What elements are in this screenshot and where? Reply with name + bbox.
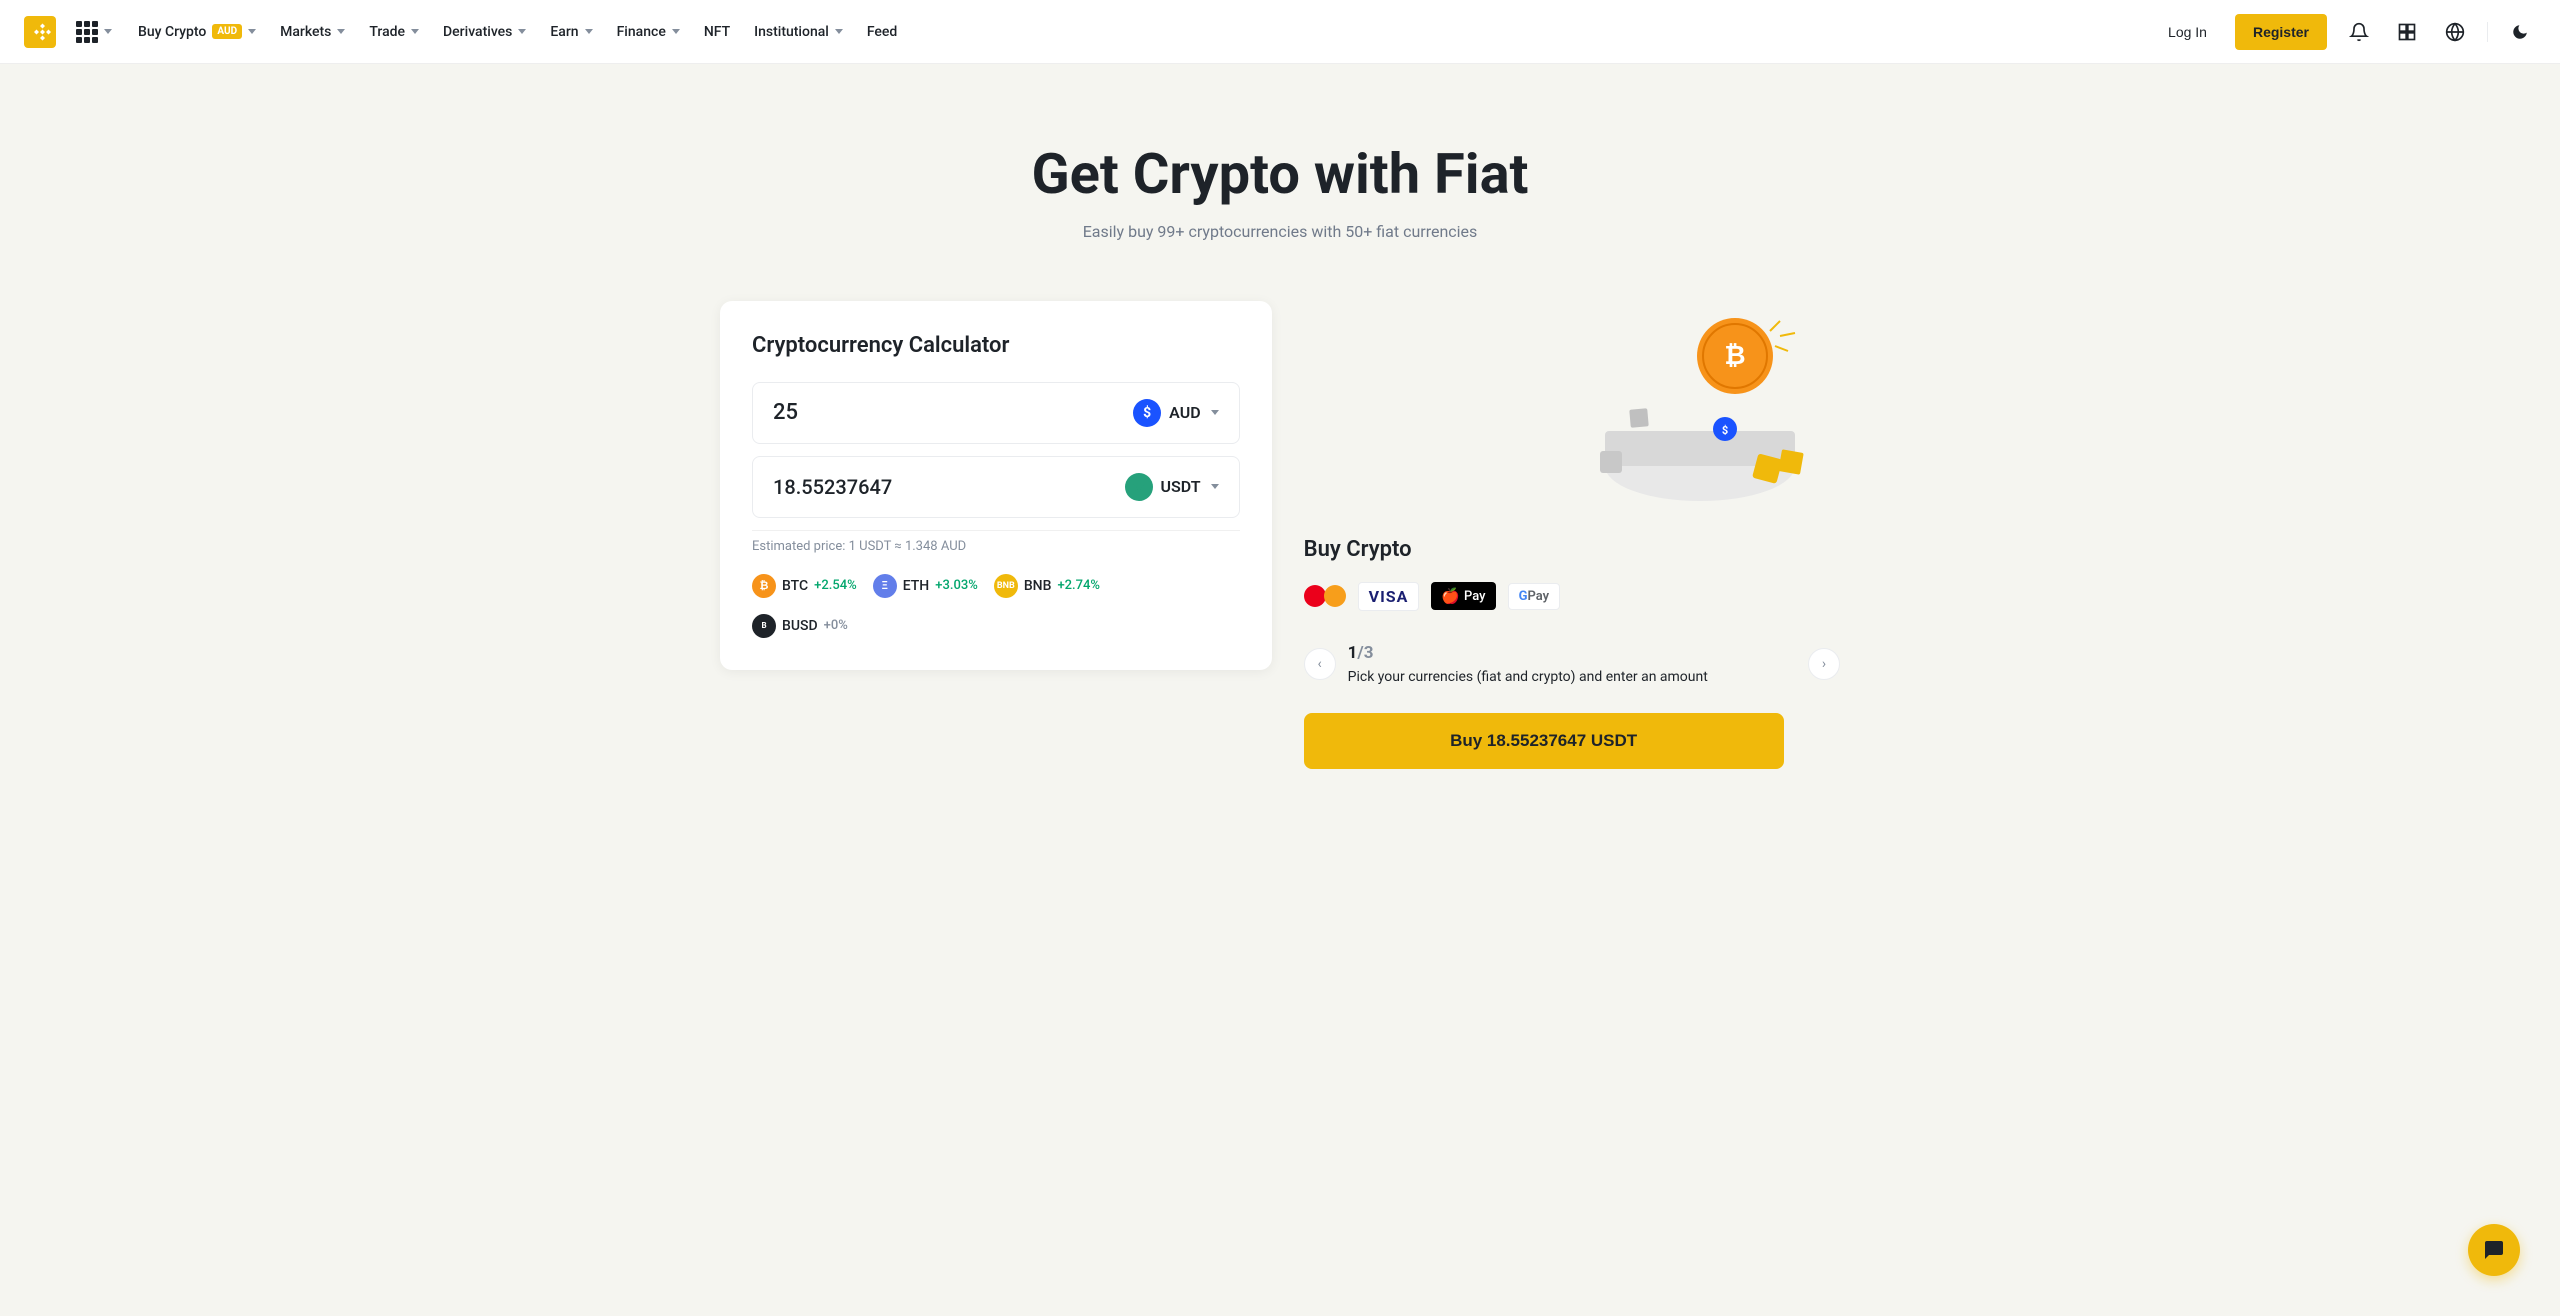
binance-logo-icon <box>24 16 56 48</box>
nav-earn[interactable]: Earn <box>540 16 602 48</box>
fiat-input-row: $ AUD <box>752 382 1240 444</box>
bnb-change: +2.74% <box>1057 578 1100 593</box>
crypto-output-row: 18.55237647 USDT <box>752 456 1240 518</box>
fiat-currency-label: AUD <box>1169 403 1200 422</box>
app-grid-button[interactable] <box>76 21 112 43</box>
aud-icon: $ <box>1133 399 1161 427</box>
hero-subtitle: Easily buy 99+ cryptocurrencies with 50+… <box>24 222 2536 241</box>
fiat-currency-chevron <box>1211 410 1219 415</box>
btc-change: +2.54% <box>814 578 857 593</box>
estimated-price: Estimated price: 1 USDT ≈ 1.348 AUD <box>752 530 1240 554</box>
grid-dots-icon <box>76 21 98 43</box>
hero-section: Get Crypto with Fiat Easily buy 99+ cryp… <box>0 64 2560 301</box>
download-button[interactable] <box>2391 16 2423 48</box>
bnb-name: BNB <box>1024 578 1052 594</box>
busd-chip[interactable]: B BUSD +0% <box>752 614 1240 638</box>
busd-change: +0% <box>824 618 848 633</box>
nav-finance[interactable]: Finance <box>607 16 690 48</box>
nav-items: Buy Crypto AUD Markets Trade Derivatives… <box>128 16 2156 48</box>
visa-badge: VISA <box>1358 582 1420 611</box>
nav-institutional[interactable]: Institutional <box>744 16 853 48</box>
googlepay-badge: GPay <box>1508 583 1561 610</box>
buy-button[interactable]: Buy 18.55237647 USDT <box>1304 713 1784 769</box>
calculator-title: Cryptocurrency Calculator <box>752 333 1240 358</box>
eth-name: ETH <box>903 578 930 594</box>
svg-text:₿: ₿ <box>1724 341 1745 371</box>
nav-derivatives[interactable]: Derivatives <box>433 16 536 48</box>
nav-feed[interactable]: Feed <box>857 16 907 48</box>
theme-toggle[interactable] <box>2504 16 2536 48</box>
busd-icon: B <box>752 614 776 638</box>
buy-crypto-title: Buy Crypto <box>1304 537 1840 562</box>
svg-text:$: $ <box>1722 424 1728 437</box>
brand-logo[interactable] <box>24 16 56 48</box>
earn-chevron <box>585 29 593 34</box>
eth-change: +3.03% <box>935 578 978 593</box>
derivatives-chevron <box>518 29 526 34</box>
eth-icon: Ξ <box>873 574 897 598</box>
carousel-prev[interactable]: ‹ <box>1304 648 1336 680</box>
btc-name: BTC <box>782 578 808 594</box>
btc-icon: ₿ <box>752 574 776 598</box>
nav-buy-crypto[interactable]: Buy Crypto AUD <box>128 16 266 48</box>
crypto-currency-chevron <box>1211 484 1219 489</box>
carousel-counter: 1/3 <box>1348 643 1796 663</box>
download-icon <box>2397 22 2417 42</box>
nav-nft[interactable]: NFT <box>694 16 740 48</box>
moon-icon <box>2511 23 2529 41</box>
bnb-icon: BNB <box>994 574 1018 598</box>
crypto-illustration-svg: $ ₿ <box>1540 301 1820 521</box>
main-content: Cryptocurrency Calculator $ AUD 18.55237… <box>680 301 1880 829</box>
nav-trade[interactable]: Trade <box>359 16 429 48</box>
nav-divider <box>2487 22 2488 42</box>
buy-crypto-chevron <box>248 29 256 34</box>
language-button[interactable] <box>2439 16 2471 48</box>
register-button[interactable]: Register <box>2235 14 2327 50</box>
trade-chevron <box>411 29 419 34</box>
crypto-currency-label: USDT <box>1161 477 1201 496</box>
mastercard-icon <box>1304 582 1346 610</box>
crypto-amount-value: 18.55237647 <box>773 475 1125 499</box>
aud-badge: AUD <box>212 24 242 39</box>
crypto-chips: ₿ BTC +2.54% Ξ ETH +3.03% BNB BNB +2.74%… <box>752 574 1240 638</box>
crypto-currency-selector[interactable]: USDT <box>1125 473 1219 501</box>
busd-name: BUSD <box>782 618 818 634</box>
usdt-icon <box>1125 473 1153 501</box>
navbar: Buy Crypto AUD Markets Trade Derivatives… <box>0 0 2560 64</box>
fiat-amount-input[interactable] <box>773 400 1133 425</box>
crypto-illustration: $ ₿ <box>1304 301 1840 521</box>
login-button[interactable]: Log In <box>2156 16 2219 48</box>
btc-chip[interactable]: ₿ BTC +2.54% <box>752 574 857 598</box>
carousel-description: Pick your currencies (fiat and crypto) a… <box>1348 669 1796 685</box>
hero-title: Get Crypto with Fiat <box>24 144 2536 206</box>
carousel-content: 1/3 Pick your currencies (fiat and crypt… <box>1348 643 1796 685</box>
right-section: $ ₿ Buy Crypto <box>1304 301 1840 769</box>
carousel-next[interactable]: › <box>1808 648 1840 680</box>
payment-methods: VISA 🍎Pay GPay <box>1304 582 1840 611</box>
nav-markets[interactable]: Markets <box>270 16 355 48</box>
bnb-chip[interactable]: BNB BNB +2.74% <box>994 574 1100 598</box>
chat-icon <box>2482 1238 2506 1262</box>
buy-panel: Buy Crypto VISA 🍎Pay GPay ‹ <box>1304 537 1840 769</box>
fiat-currency-selector[interactable]: $ AUD <box>1133 399 1218 427</box>
nav-right: Log In Register <box>2156 14 2536 50</box>
applepay-badge: 🍎Pay <box>1431 582 1495 610</box>
markets-chevron <box>337 29 345 34</box>
globe-icon <box>2445 22 2465 42</box>
institutional-chevron <box>835 29 843 34</box>
carousel-area: ‹ 1/3 Pick your currencies (fiat and cry… <box>1304 643 1840 685</box>
calculator-card: Cryptocurrency Calculator $ AUD 18.55237… <box>720 301 1272 670</box>
eth-chip[interactable]: Ξ ETH +3.03% <box>873 574 978 598</box>
grid-chevron-icon <box>104 29 112 34</box>
chat-button[interactable] <box>2468 1224 2520 1276</box>
notifications-button[interactable] <box>2343 16 2375 48</box>
finance-chevron <box>672 29 680 34</box>
bell-icon <box>2349 22 2369 42</box>
